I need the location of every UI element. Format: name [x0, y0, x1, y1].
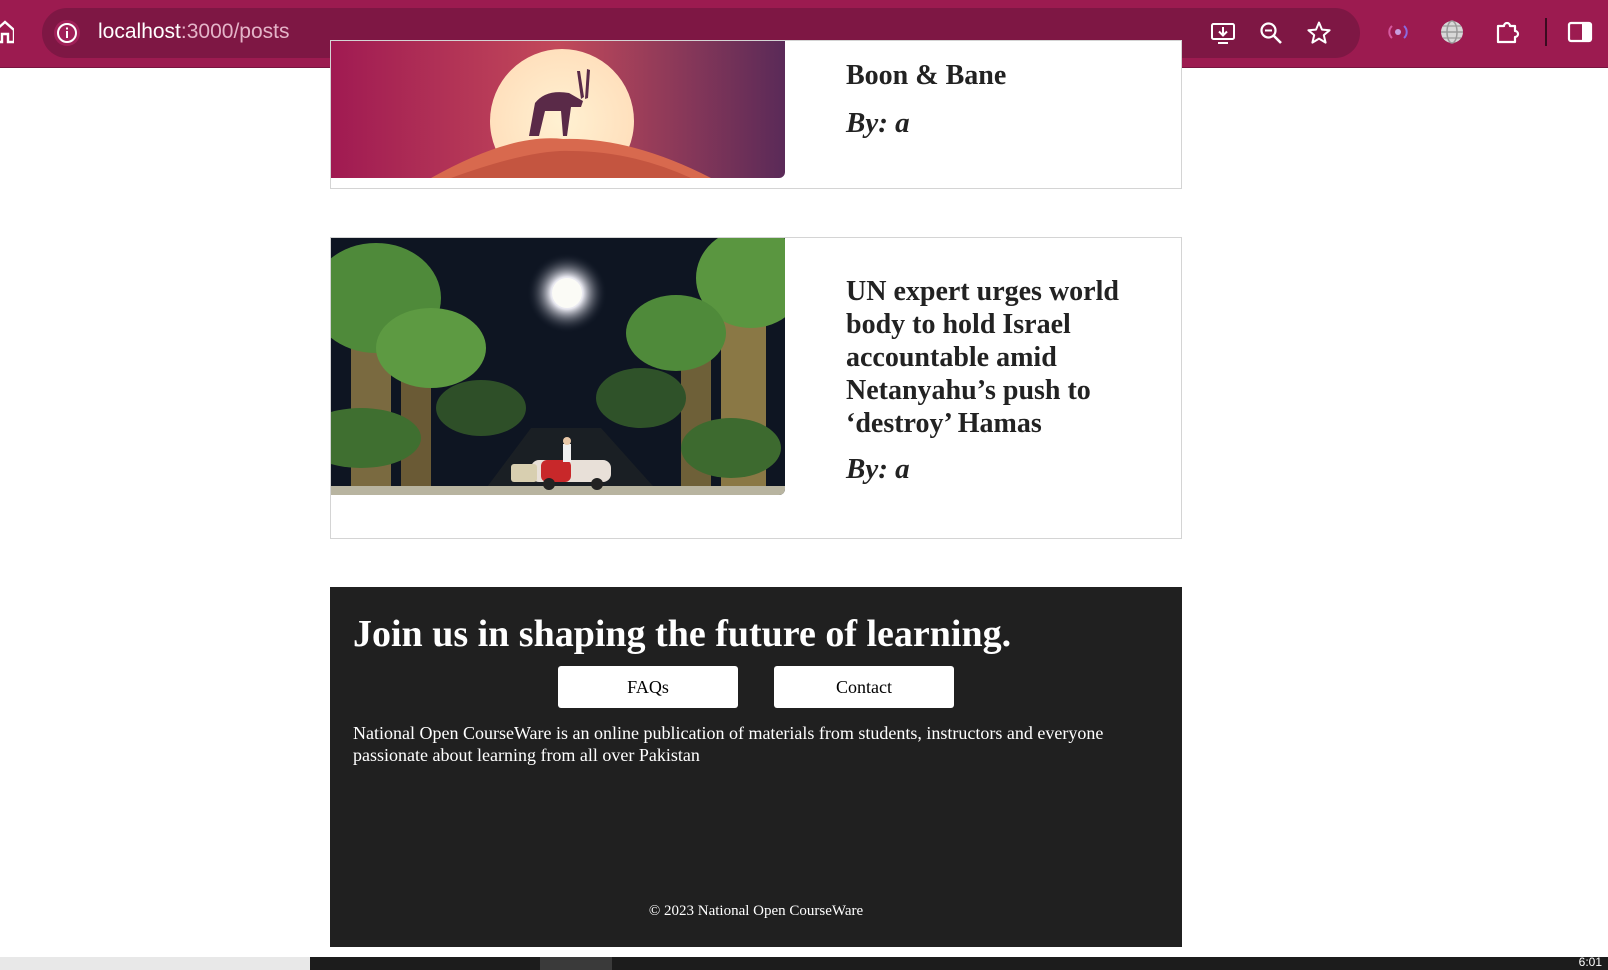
post-card[interactable]: Boon & Bane By: a: [330, 40, 1182, 189]
footer-copyright: © 2023 National Open CourseWare: [648, 903, 864, 919]
url-host: localhost: [98, 20, 181, 43]
zoom-icon[interactable]: [1258, 20, 1284, 46]
footer-description: National Open CourseWare is an online pu…: [353, 723, 1104, 765]
toolbar-divider: [1545, 18, 1547, 46]
taskbar-active-app[interactable]: [540, 957, 612, 970]
site-footer: Join us in shaping the future of learnin…: [330, 587, 1182, 947]
url-path: :3000/posts: [180, 20, 290, 43]
post-thumbnail[interactable]: [331, 41, 785, 178]
install-app-icon[interactable]: [1210, 20, 1236, 46]
post-author: By: a: [846, 107, 910, 139]
home-icon[interactable]: [0, 20, 14, 44]
url-text[interactable]: localhost:3000/posts: [98, 20, 289, 44]
footer-heading: Join us in shaping the future of learnin…: [353, 613, 1012, 655]
contact-button[interactable]: Contact: [774, 666, 954, 708]
post-card[interactable]: UN expert urges world body to hold Israe…: [330, 237, 1182, 539]
bookmark-star-icon[interactable]: [1306, 20, 1332, 46]
cast-media-icon[interactable]: [1384, 18, 1412, 46]
post-title[interactable]: Boon & Bane: [846, 59, 1146, 92]
antelope-sunset-image: [331, 41, 785, 178]
post-title[interactable]: UN expert urges world body to hold Israe…: [846, 275, 1146, 440]
post-thumbnail[interactable]: [331, 238, 785, 495]
taskbar-search-area[interactable]: [0, 957, 310, 970]
globe-extension-icon[interactable]: [1438, 18, 1466, 46]
post-author: By: a: [846, 453, 910, 485]
side-panel-icon[interactable]: [1566, 18, 1594, 46]
faqs-button[interactable]: FAQs: [558, 666, 738, 708]
extensions-puzzle-icon[interactable]: [1494, 18, 1522, 46]
os-taskbar: 6:01: [0, 955, 1608, 970]
site-info-icon[interactable]: [54, 20, 80, 46]
taskbar-clock[interactable]: 6:01: [1579, 955, 1602, 969]
moonlit-forest-image: [331, 238, 785, 495]
